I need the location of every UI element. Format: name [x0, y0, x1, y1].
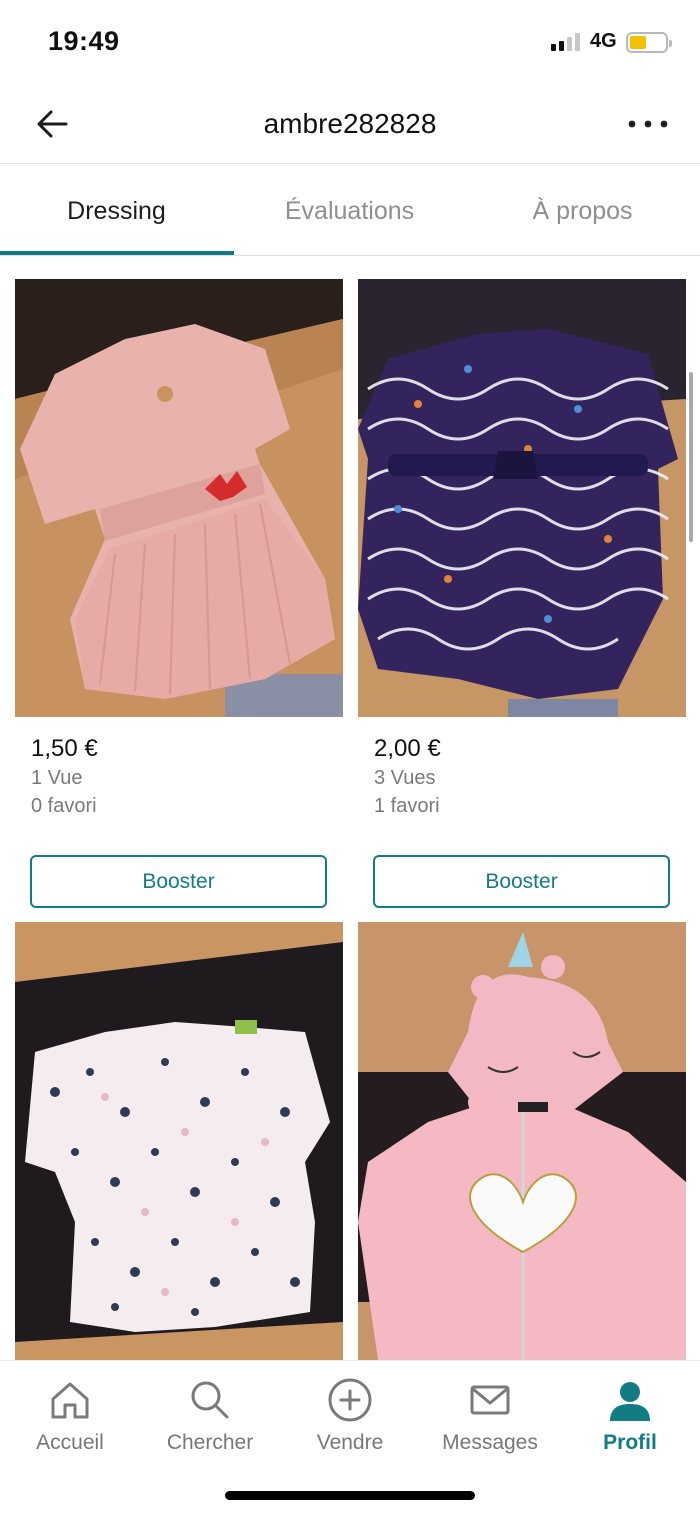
home-icon	[51, 1382, 89, 1419]
nav-label: Chercher	[166, 1431, 254, 1454]
nav-label: Profil	[603, 1431, 657, 1454]
nav-item-search[interactable]: Chercher	[140, 1361, 280, 1471]
tab-about[interactable]: À propos	[466, 165, 699, 256]
item-photo[interactable]	[15, 922, 343, 1360]
profile-tabs: Dressing Évaluations À propos	[0, 165, 700, 256]
network-type: 4G	[590, 30, 617, 52]
nav-label: Accueil	[36, 1431, 104, 1454]
nav-label: Vendre	[316, 1431, 384, 1454]
scroll-indicator[interactable]	[689, 372, 693, 542]
status-bar: 19:49 4G	[0, 0, 700, 84]
nav-item-profile[interactable]: Profil	[560, 1361, 700, 1471]
tab-dressing[interactable]: Dressing	[0, 165, 233, 256]
more-options-icon[interactable]	[620, 106, 676, 142]
item-views: 3 Vues	[374, 767, 436, 789]
nav-item-home[interactable]: Accueil	[0, 1361, 140, 1471]
item-favorites: 1 favori	[374, 795, 440, 817]
items-grid: 1,50 € 1 Vue 0 favori Booster 2,00 € 3 V…	[0, 256, 700, 1360]
search-icon	[191, 1381, 229, 1419]
mail-icon	[470, 1385, 510, 1415]
battery-icon	[626, 32, 672, 53]
item-photo[interactable]	[358, 279, 686, 717]
boost-button[interactable]: Booster	[373, 855, 670, 908]
active-tab-indicator	[0, 251, 234, 255]
nav-item-messages[interactable]: Messages	[420, 1361, 560, 1471]
status-time: 19:49	[48, 26, 120, 56]
plus-circle-icon	[328, 1378, 372, 1422]
profile-icon	[610, 1382, 650, 1421]
item-favorites: 0 favori	[31, 795, 97, 817]
page-title: ambre282828	[263, 108, 437, 139]
nav-label: Messages	[442, 1431, 538, 1454]
item-views: 1 Vue	[31, 767, 83, 789]
item-photo[interactable]	[358, 922, 686, 1360]
boost-button[interactable]: Booster	[30, 855, 327, 908]
signal-icon	[551, 33, 583, 51]
item-photo[interactable]	[15, 279, 343, 717]
item-price: 1,50 €	[31, 735, 98, 762]
tab-evaluations[interactable]: Évaluations	[233, 165, 466, 256]
profile-header: ambre282828	[0, 84, 700, 164]
home-indicator[interactable]	[225, 1491, 475, 1500]
item-price: 2,00 €	[374, 735, 441, 762]
bottom-navigation: Accueil Chercher Vendre Messages Profil	[0, 1360, 700, 1516]
nav-item-sell[interactable]: Vendre	[280, 1361, 420, 1471]
